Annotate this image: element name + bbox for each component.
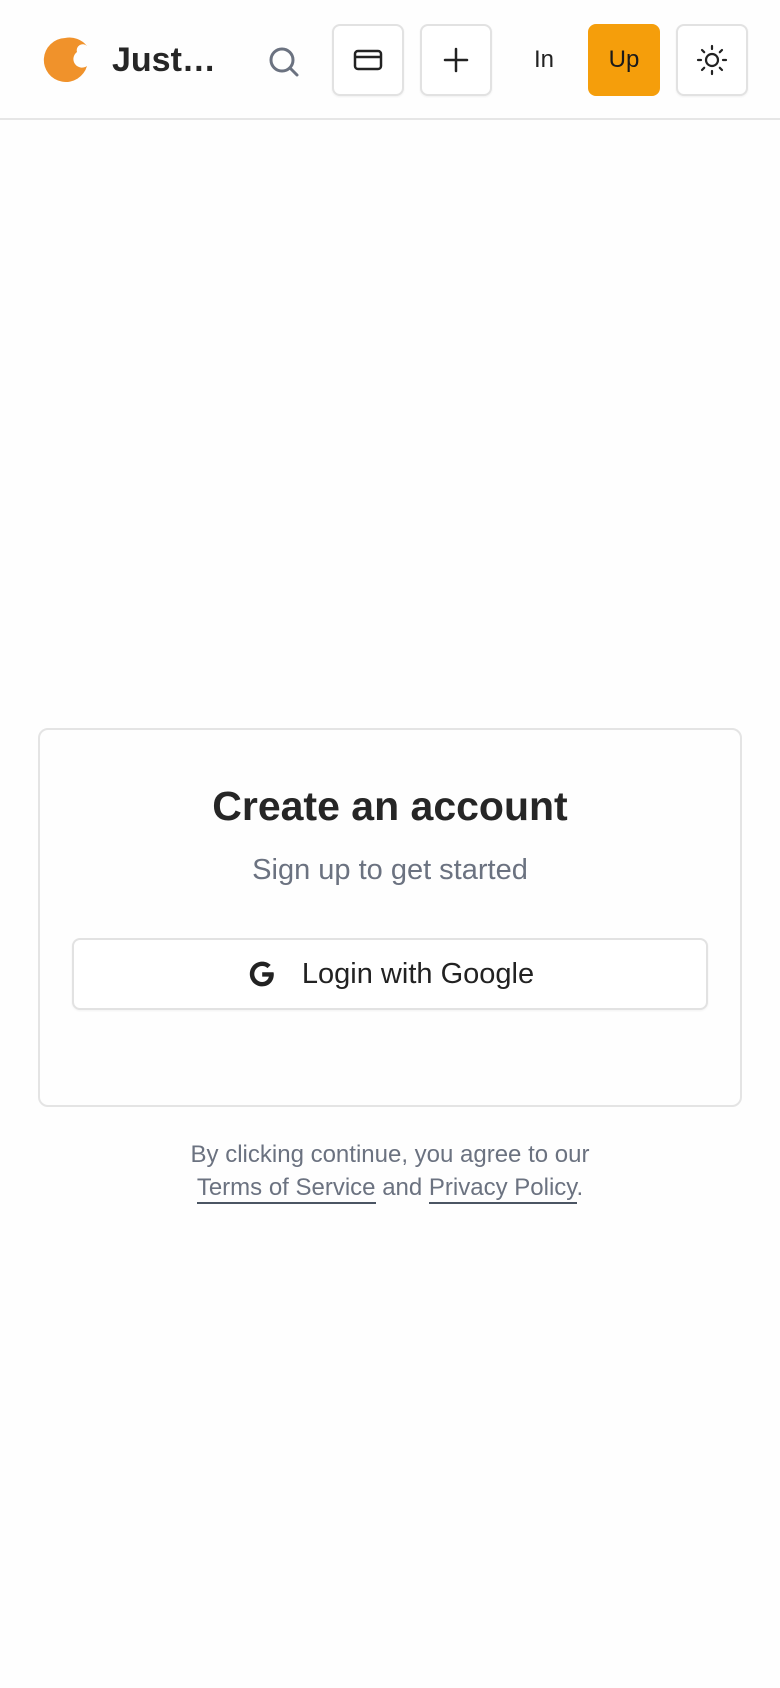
- legal-joiner: and: [382, 1174, 423, 1201]
- signup-subtitle: Sign up to get started: [252, 854, 528, 886]
- top-navbar: Just… In Up: [0, 0, 780, 120]
- theme-toggle-button[interactable]: [676, 24, 748, 96]
- legal-links-line: Terms of Service and Privacy Policy.: [0, 1171, 780, 1204]
- google-login-label: Login with Google: [301, 957, 535, 990]
- sign-in-button[interactable]: In: [512, 24, 576, 96]
- plus-icon: [443, 47, 469, 73]
- brand-logo[interactable]: [41, 36, 89, 84]
- sun-icon: [696, 44, 728, 76]
- sign-up-button[interactable]: Up: [588, 24, 660, 96]
- google-login-button[interactable]: Login with Google: [72, 938, 708, 1010]
- privacy-policy-link[interactable]: Privacy Policy: [428, 1174, 577, 1204]
- search-button[interactable]: [264, 42, 304, 82]
- signup-title: Create an account: [212, 783, 568, 829]
- terms-of-service-link[interactable]: Terms of Service: [196, 1174, 376, 1204]
- legal-notice: By clicking continue, you agree to our T…: [0, 1138, 780, 1204]
- google-g-icon: [246, 958, 278, 990]
- brand-name[interactable]: Just…: [112, 38, 216, 82]
- credit-card-button[interactable]: [332, 24, 404, 96]
- logo-icon: [43, 37, 87, 82]
- add-button[interactable]: [420, 24, 492, 96]
- credit-card-icon: [353, 49, 383, 71]
- legal-suffix: .: [576, 1174, 584, 1201]
- legal-prefix: By clicking continue, you agree to our: [190, 1141, 590, 1168]
- search-icon: [269, 47, 299, 77]
